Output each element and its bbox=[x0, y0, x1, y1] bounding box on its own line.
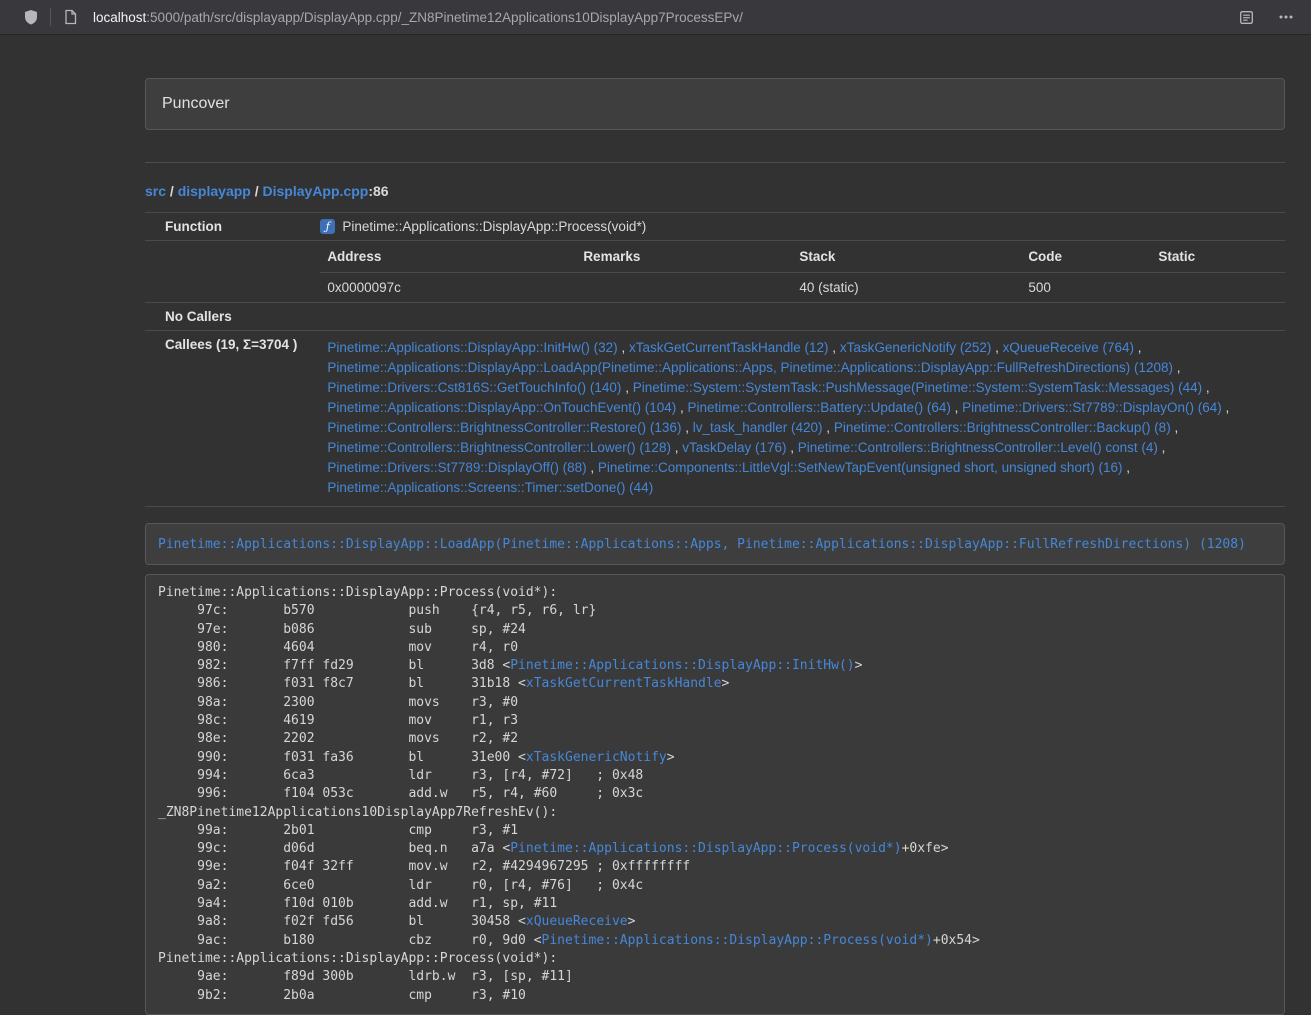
toolbar-divider bbox=[50, 8, 51, 26]
callee-link[interactable]: lv_task_handler (420) bbox=[693, 420, 823, 435]
function-icon: ƒ bbox=[320, 219, 335, 234]
callee-link[interactable]: Pinetime::Drivers::Cst816S::GetTouchInfo… bbox=[327, 380, 621, 395]
disassembly-symbol-link[interactable]: xTaskGenericNotify bbox=[526, 750, 667, 765]
function-name: Pinetime::Applications::DisplayApp::Proc… bbox=[342, 219, 646, 234]
callees-list: Pinetime::Applications::DisplayApp::Init… bbox=[320, 337, 1277, 500]
function-table: Function ƒ Pinetime::Applications::Displ… bbox=[145, 212, 1285, 507]
breadcrumb-link[interactable]: DisplayApp.cpp bbox=[263, 183, 369, 199]
breadcrumb-line-number: :86 bbox=[368, 183, 388, 199]
col-remarks: Remarks bbox=[576, 241, 792, 273]
col-static: Static bbox=[1151, 241, 1285, 273]
callees-label: Callees (19, Σ=3704 ) bbox=[145, 331, 305, 507]
function-row: Function ƒ Pinetime::Applications::Displ… bbox=[145, 213, 1285, 241]
disassembly-symbol-link[interactable]: Pinetime::Applications::DisplayApp::Proc… bbox=[542, 933, 933, 948]
no-callers-label: No Callers bbox=[145, 303, 305, 331]
function-row-label: Function bbox=[145, 213, 305, 241]
metrics-row: Address Remarks Stack Code Static 0x0000… bbox=[145, 241, 1285, 303]
disassembly-panel: Pinetime::Applications::DisplayApp::Proc… bbox=[145, 574, 1285, 1015]
toolbar-actions bbox=[1237, 8, 1299, 26]
reader-view-icon[interactable] bbox=[1237, 8, 1255, 26]
callee-link[interactable]: Pinetime::Controllers::BrightnessControl… bbox=[327, 420, 681, 435]
puncover-header-panel: Puncover bbox=[145, 78, 1285, 130]
no-callers-row: No Callers bbox=[145, 303, 1285, 331]
address-value: 0x0000097c bbox=[320, 273, 576, 303]
col-stack: Stack bbox=[792, 241, 1021, 273]
more-options-icon[interactable] bbox=[1277, 8, 1295, 26]
disassembly-symbol-link[interactable]: Pinetime::Applications::DisplayApp::Proc… bbox=[510, 841, 901, 856]
stack-value: 40 (static) bbox=[792, 273, 1021, 303]
disassembly-symbol-link[interactable]: xTaskGetCurrentTaskHandle bbox=[526, 676, 722, 691]
horizontal-rule bbox=[145, 162, 1285, 163]
static-value bbox=[1151, 273, 1285, 303]
callee-link[interactable]: vTaskDelay (176) bbox=[682, 440, 786, 455]
code-value: 500 bbox=[1021, 273, 1151, 303]
disassembly-pre: Pinetime::Applications::DisplayApp::Proc… bbox=[146, 575, 1284, 1014]
breadcrumb-link[interactable]: displayapp bbox=[178, 183, 251, 199]
callee-link[interactable]: Pinetime::Applications::DisplayApp::Load… bbox=[327, 360, 1173, 375]
callee-link[interactable]: Pinetime::Components::LittleVgl::SetNewT… bbox=[598, 460, 1123, 475]
symbol-panel: Pinetime::Applications::DisplayApp::Load… bbox=[145, 523, 1285, 565]
callees-row: Callees (19, Σ=3704 ) Pinetime::Applicat… bbox=[145, 331, 1285, 507]
metrics-row-spacer bbox=[145, 241, 305, 303]
breadcrumb-link[interactable]: src bbox=[145, 183, 166, 199]
page-icon bbox=[61, 8, 79, 26]
metrics-table: Address Remarks Stack Code Static 0x0000… bbox=[320, 241, 1285, 302]
callee-link[interactable]: Pinetime::Controllers::BrightnessControl… bbox=[834, 420, 1171, 435]
symbol-panel-link[interactable]: Pinetime::Applications::DisplayApp::Load… bbox=[158, 537, 1246, 552]
url-bar[interactable]: localhost:5000/path/src/displayapp/Displ… bbox=[93, 10, 1237, 25]
metrics-value-row: 0x0000097c 40 (static) 500 bbox=[320, 273, 1285, 303]
disassembly-symbol-link[interactable]: Pinetime::Applications::DisplayApp::Init… bbox=[510, 658, 854, 673]
callee-link[interactable]: xTaskGenericNotify (252) bbox=[840, 340, 992, 355]
page-title: Puncover bbox=[162, 95, 230, 112]
col-address: Address bbox=[320, 241, 576, 273]
callee-link[interactable]: Pinetime::Drivers::St7789::DisplayOff() … bbox=[327, 460, 586, 475]
callee-link[interactable]: xTaskGetCurrentTaskHandle (12) bbox=[629, 340, 829, 355]
breadcrumb-links: src / displayapp / DisplayApp.cpp bbox=[145, 183, 368, 199]
callee-link[interactable]: xQueueReceive (764) bbox=[1003, 340, 1134, 355]
callee-link[interactable]: Pinetime::Applications::DisplayApp::OnTo… bbox=[327, 400, 676, 415]
callee-link[interactable]: Pinetime::Controllers::BrightnessControl… bbox=[327, 440, 671, 455]
tracking-protection-shield-icon[interactable] bbox=[22, 8, 40, 26]
disassembly-symbol-link[interactable]: xQueueReceive bbox=[526, 914, 628, 929]
browser-chrome: localhost:5000/path/src/displayapp/Displ… bbox=[0, 0, 1311, 35]
callee-link[interactable]: Pinetime::Applications::Screens::Timer::… bbox=[327, 480, 653, 495]
url-path: :5000/path/src/displayapp/DisplayApp.cpp… bbox=[146, 10, 743, 25]
col-code: Code bbox=[1021, 241, 1151, 273]
breadcrumb: src / displayapp / DisplayApp.cpp:86 bbox=[145, 183, 1285, 199]
content-container: Puncover src / displayapp / DisplayApp.c… bbox=[145, 78, 1285, 1015]
remarks-value bbox=[576, 273, 792, 303]
url-domain: localhost bbox=[93, 10, 146, 25]
callee-link[interactable]: Pinetime::Drivers::St7789::DisplayOn() (… bbox=[962, 400, 1222, 415]
callee-link[interactable]: Pinetime::Controllers::BrightnessControl… bbox=[798, 440, 1158, 455]
callee-link[interactable]: Pinetime::Applications::DisplayApp::Init… bbox=[327, 340, 617, 355]
metrics-header-row: Address Remarks Stack Code Static bbox=[320, 241, 1285, 273]
callee-link[interactable]: Pinetime::Controllers::Battery::Update()… bbox=[688, 400, 951, 415]
callee-link[interactable]: Pinetime::System::SystemTask::PushMessag… bbox=[633, 380, 1202, 395]
